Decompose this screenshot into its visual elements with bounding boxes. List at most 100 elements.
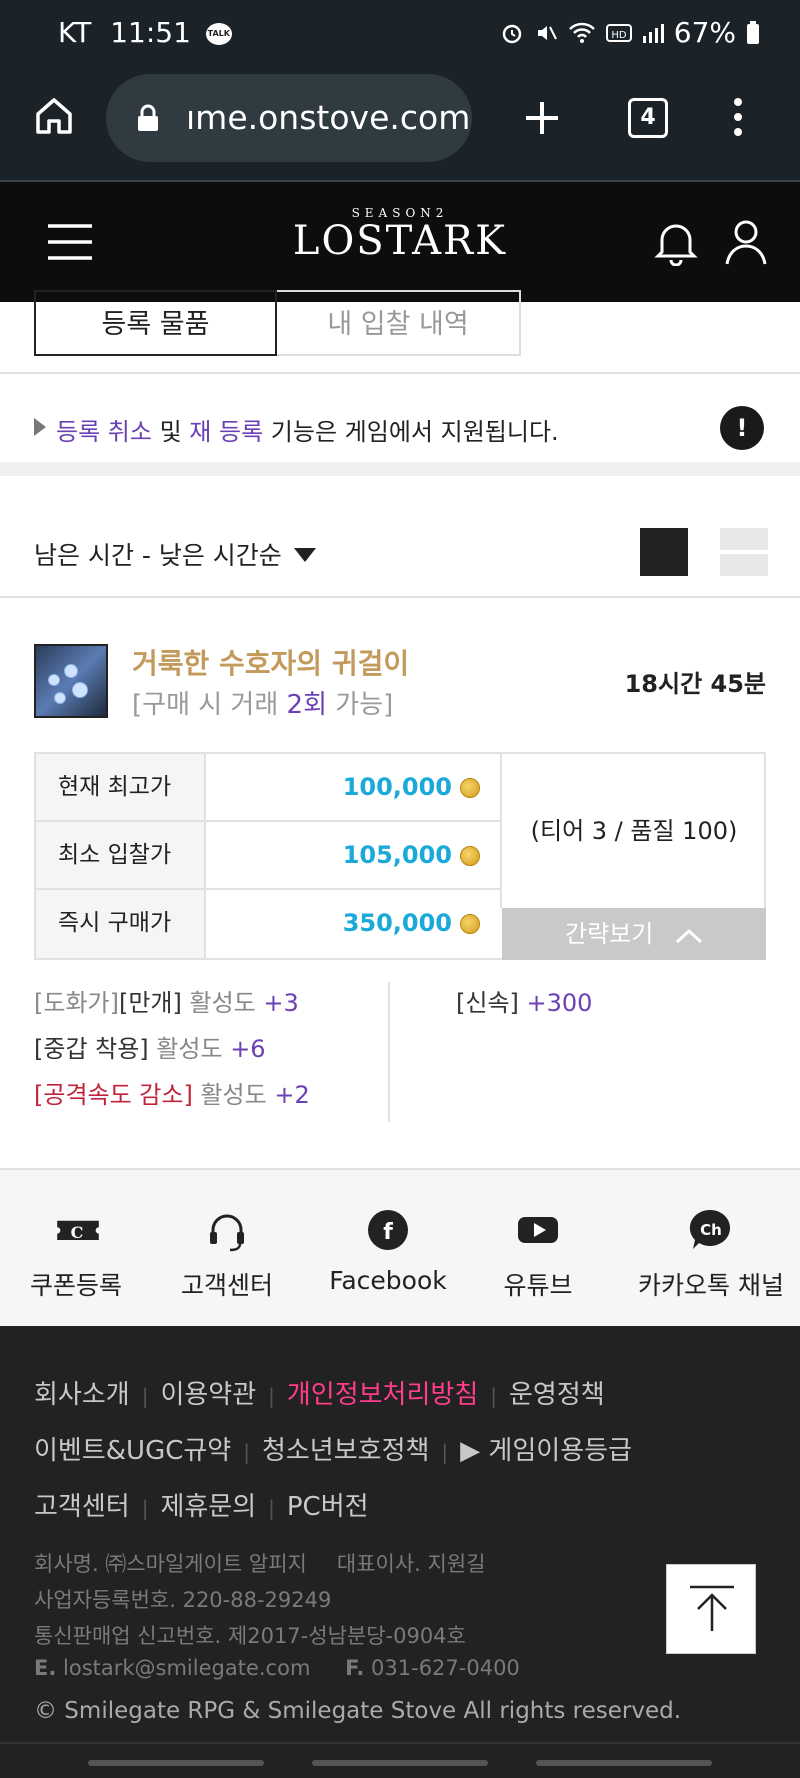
engraving-row: [중갑 착용] 활성도 +6 xyxy=(34,1034,266,1064)
nav-home[interactable] xyxy=(312,1760,488,1766)
brief-view-button[interactable]: 간략보기 xyxy=(502,908,766,960)
business-number: 사업자등록번호. 220-88-29249 xyxy=(34,1588,332,1612)
quick-link-facebook[interactable]: f Facebook xyxy=(312,1170,464,1328)
youtube-icon xyxy=(518,1217,558,1243)
auction-tabs: 등록 물품 내 입찰 내역 xyxy=(0,290,800,374)
engraving-name: [공격속도 감소] xyxy=(34,1081,193,1109)
trade-limit-suffix: 가능] xyxy=(327,690,394,720)
email: lostark@smilegate.com xyxy=(63,1656,311,1680)
chevron-up-icon xyxy=(675,928,702,944)
contact-info: E. lostark@smilegate.com F. 031-627-0400 xyxy=(34,1656,520,1680)
footer-link-terms[interactable]: 이용약관 xyxy=(160,1380,256,1410)
stat-row: [신속] +300 xyxy=(456,988,592,1018)
price-row-min-bid: 최소 입찰가 105,000 xyxy=(36,822,500,890)
price-row-current-bid: 현재 최고가 100,000 xyxy=(36,754,500,822)
footer-links-row: 고객센터 | 제휴문의 | PC버전 xyxy=(34,1492,369,1522)
svg-text:C: C xyxy=(71,1223,84,1242)
item-options: [도화가][만개] 활성도 +3 [중갑 착용] 활성도 +6 [공격속도 감소… xyxy=(0,982,800,1132)
quick-links-bar: C 쿠폰등록 고객센터 f Facebook 유튜브 Ch 카카오톡 채널 xyxy=(0,1168,800,1326)
footer-links-row: 회사소개 | 이용약관 | 개인정보처리방침 | 운영정책 xyxy=(34,1380,605,1410)
tab-my-bids[interactable]: 내 입찰 내역 xyxy=(277,290,521,356)
mail-order-number: 통신판매업 신고번호. 제2017-성남분당-0904호 xyxy=(34,1624,466,1648)
price-label: 즉시 구매가 xyxy=(36,890,206,958)
notice-cancel-link: 등록 취소 xyxy=(56,418,152,446)
footer-link-youth[interactable]: 청소년보호정책 xyxy=(262,1436,429,1466)
user-profile-icon[interactable] xyxy=(724,218,768,266)
lostark-logo[interactable]: SEASON2 LOSTARK xyxy=(270,200,530,284)
price-label: 최소 입찰가 xyxy=(36,822,206,888)
info-exclamation-icon[interactable]: ! xyxy=(720,406,764,450)
sort-bar: 남은 시간 - 낮은 시간순 xyxy=(0,492,800,598)
card-view-toggle[interactable] xyxy=(640,528,688,576)
hamburger-menu-icon[interactable] xyxy=(46,222,94,262)
gem-decoration xyxy=(48,674,60,686)
talk-notification-icon: TALK xyxy=(205,23,232,45)
new-tab-icon[interactable] xyxy=(520,96,564,140)
engraving-value: +6 xyxy=(230,1035,266,1063)
time-remaining: 18시간 45분 xyxy=(624,670,766,698)
footer-link-privacy[interactable]: 개인정보처리방침 xyxy=(287,1380,478,1410)
gem-decoration xyxy=(64,664,78,678)
nav-back[interactable] xyxy=(536,1760,712,1766)
price-row-buyout: 즉시 구매가 350,000 xyxy=(36,890,500,958)
price-value: 350,000 xyxy=(342,909,452,937)
url-text: ıme.onstove.com xyxy=(186,98,471,137)
lock-icon xyxy=(138,104,158,131)
notice-banner: 등록 취소 및 재 등록 기능은 게임에서 지원됩니다. ! xyxy=(0,376,800,476)
tab-registered-items[interactable]: 등록 물품 xyxy=(34,290,277,356)
nav-recent-apps[interactable] xyxy=(88,1760,264,1766)
earring-item-icon[interactable] xyxy=(34,644,108,718)
play-arrow-icon xyxy=(34,418,46,436)
tab-switcher-button[interactable]: 4 xyxy=(628,98,668,138)
footer-link-rating[interactable]: ▶ 게임이용등급 xyxy=(460,1436,632,1466)
logo-text: LOSTARK xyxy=(292,218,508,264)
notification-bell-icon[interactable] xyxy=(654,218,698,266)
engraving-label: 활성도 xyxy=(148,1035,231,1063)
footer-link-policy[interactable]: 운영정책 xyxy=(509,1380,605,1410)
gem-decoration xyxy=(72,682,88,698)
home-icon[interactable] xyxy=(32,94,76,138)
sort-dropdown[interactable]: 남은 시간 - 낮은 시간순 xyxy=(34,536,282,572)
quick-link-label: Facebook xyxy=(329,1266,447,1295)
company-ceo: 대표이사. 지원길 xyxy=(336,1552,486,1576)
caret-down-icon[interactable] xyxy=(294,548,316,562)
quick-link-label: 쿠폰등록 xyxy=(29,1271,122,1300)
quick-link-support[interactable]: 고객센터 xyxy=(152,1170,302,1328)
address-bar[interactable]: ıme.onstove.com xyxy=(106,74,472,162)
alarm-icon xyxy=(502,24,522,43)
scroll-to-top-button[interactable] xyxy=(666,1564,756,1654)
price-label: 현재 최고가 xyxy=(36,754,206,820)
footer-link-pc-version[interactable]: PC버전 xyxy=(287,1492,369,1522)
footer-link-event-ugc[interactable]: 이벤트&UGC규약 xyxy=(34,1436,231,1466)
stat-value: +300 xyxy=(518,989,593,1017)
quick-link-youtube[interactable]: 유튜브 xyxy=(464,1170,612,1328)
engraving-label: 활성도 xyxy=(192,1081,275,1109)
status-right: HD 67% xyxy=(500,16,760,49)
engraving-name: [중갑 착용] xyxy=(34,1035,149,1063)
site-header: SEASON2 LOSTARK xyxy=(0,182,800,302)
company-info: 회사명. ㈜스마일게이트 알피지 대표이사. 지원길 xyxy=(34,1548,485,1578)
hd-voice-icon: HD xyxy=(605,23,632,42)
gold-coin-icon xyxy=(460,846,480,866)
gold-coin-icon xyxy=(460,914,480,934)
fax: 031-627-0400 xyxy=(371,1656,520,1680)
site-footer: 회사소개 | 이용약관 | 개인정보처리방침 | 운영정책 이벤트&UGC규약 | 청소년보호정… xyxy=(0,1326,800,1778)
footer-links-row: 이벤트&UGC규약 | 청소년보호정책 | ▶ 게임이용등급 xyxy=(34,1436,632,1466)
svg-text:Ch: Ch xyxy=(700,1221,722,1239)
arrow-up-icon xyxy=(690,1585,734,1631)
more-menu-icon[interactable] xyxy=(722,96,754,140)
engraving-row: [공격속도 감소] 활성도 +2 xyxy=(34,1080,310,1110)
footer-link-company[interactable]: 회사소개 xyxy=(34,1380,130,1410)
list-view-toggle[interactable] xyxy=(720,528,768,576)
quick-link-coupon[interactable]: C 쿠폰등록 xyxy=(0,1170,152,1328)
footer-link-partnership[interactable]: 제휴문의 xyxy=(160,1492,256,1522)
price-value: 105,000 xyxy=(342,841,452,869)
headset-icon xyxy=(210,1214,244,1252)
quick-link-label: 고객센터 xyxy=(180,1271,273,1300)
price-table: 현재 최고가 100,000 최소 입찰가 105,000 즉시 구매가 350… xyxy=(34,752,766,960)
battery-percent: 67% xyxy=(673,16,736,49)
item-name[interactable]: 거룩한 수호자의 귀걸이 xyxy=(132,642,409,682)
footer-link-support[interactable]: 고객센터 xyxy=(34,1492,130,1522)
battery-icon xyxy=(747,20,759,44)
quick-link-kakao[interactable]: Ch 카카오톡 채널 xyxy=(622,1170,800,1328)
